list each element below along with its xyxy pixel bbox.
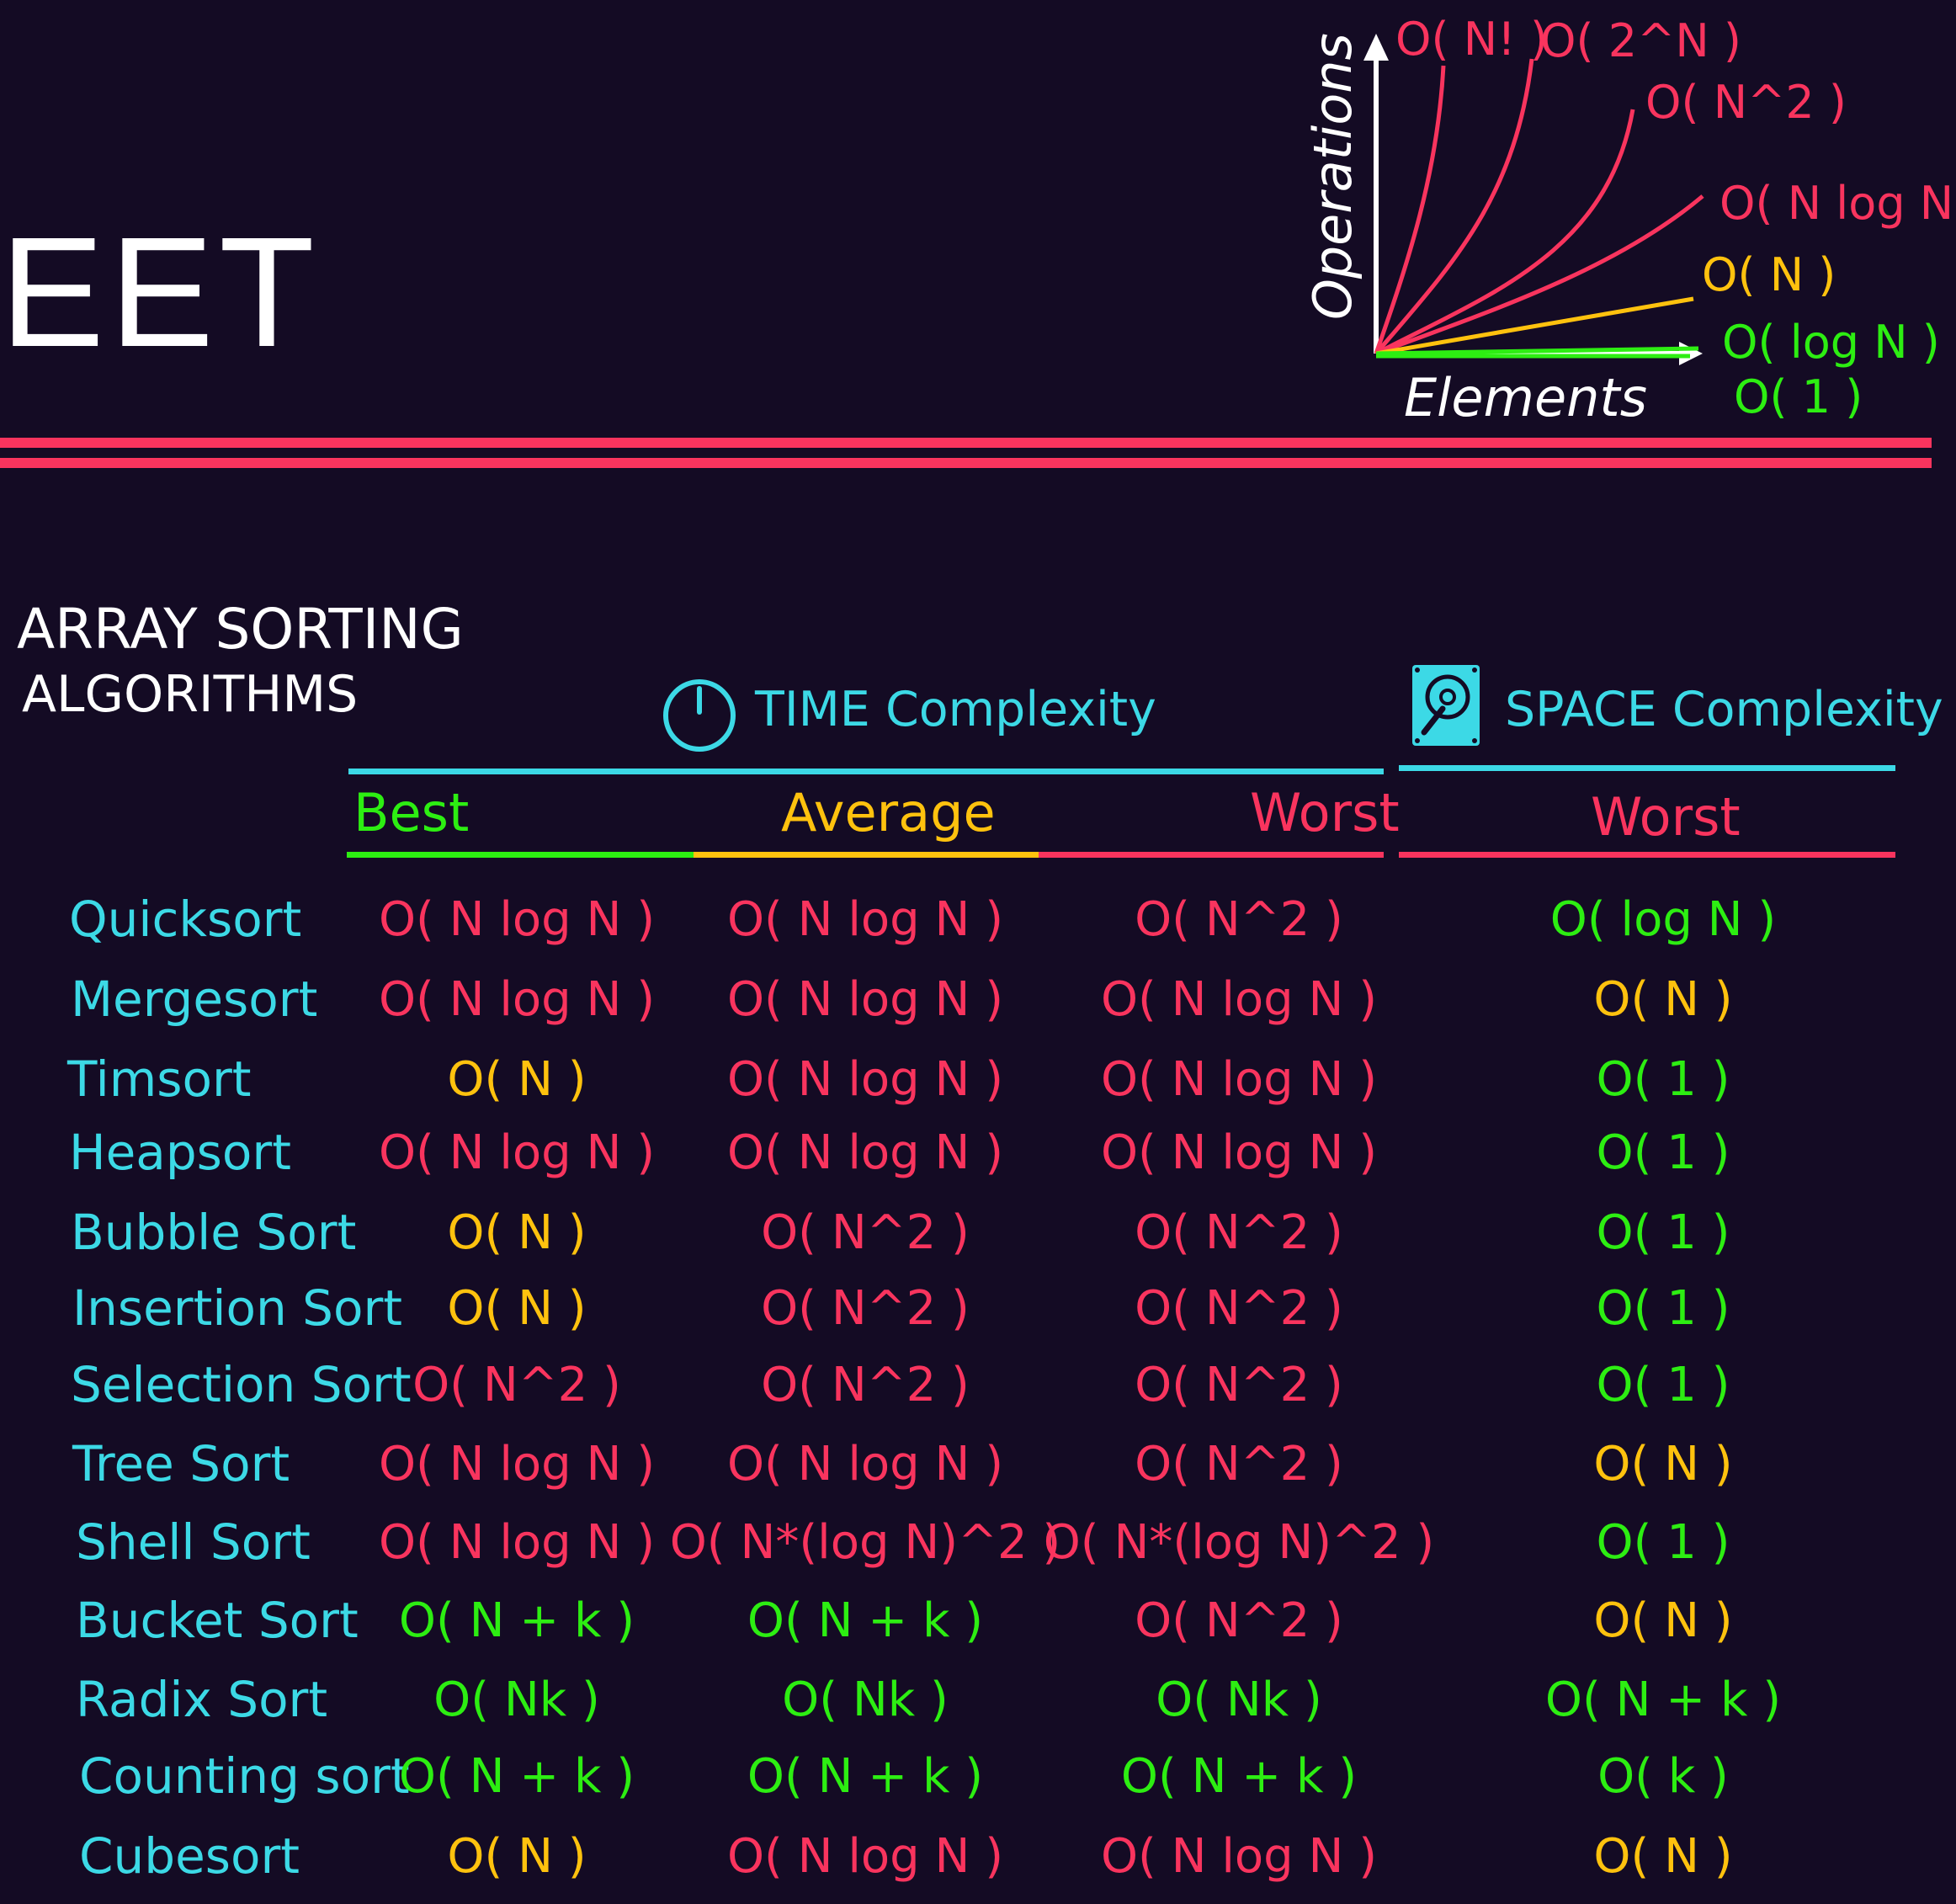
legend-label-quadratic: O( N^2 ) [1645, 76, 1847, 129]
complexity-cell-worst: O( N^2 ) [1135, 1358, 1343, 1412]
algorithm-name: Bubble Sort [71, 1204, 357, 1261]
legend-label-constant: O( 1 ) [1734, 370, 1863, 423]
complexity-cell-average: O( N log N ) [726, 892, 1004, 947]
x-axis-label: Elements [1404, 367, 1647, 428]
algorithm-name: Bucket Sort [76, 1592, 359, 1649]
column-header-best: Best [353, 782, 470, 843]
complexity-cell-best: O( N log N ) [378, 1515, 656, 1570]
complexity-cell-best: O( N + k ) [398, 1593, 635, 1648]
x-axis-arrow-icon [1679, 342, 1703, 365]
complexity-cell-average: O( N^2 ) [761, 1205, 970, 1260]
legend-label-log: O( log N ) [1722, 316, 1940, 369]
algorithm-name: Cubesort [79, 1827, 300, 1885]
time-header-rule [348, 769, 1384, 774]
legend-label-nlogn: O( N log N ) [1719, 177, 1956, 230]
legend-label-linear: O( N ) [1702, 248, 1836, 301]
complexity-cell-worst: O( N + k ) [1120, 1749, 1358, 1804]
legend-label-factorial: O( N! ) [1395, 13, 1549, 66]
complexity-cell-best: O( N ) [447, 1829, 587, 1884]
complexity-cell-average: O( N log N ) [726, 1052, 1004, 1107]
complexity-cell-space: O( N ) [1593, 1437, 1733, 1492]
time-complexity-header: TIME Complexity [755, 682, 1156, 737]
complexity-cell-space: O( N ) [1593, 1593, 1733, 1648]
complexity-cell-average: O( N log N ) [726, 1829, 1004, 1884]
complexity-cell-worst: O( N log N ) [1100, 1052, 1378, 1107]
complexity-cell-space: O( 1 ) [1596, 1125, 1730, 1180]
complexity-cell-space: O( N ) [1593, 1829, 1733, 1884]
algorithm-name: Heapsort [69, 1124, 291, 1181]
average-column-rule [694, 852, 1039, 858]
algorithm-name: Counting sort [79, 1747, 410, 1805]
page-title: EET [0, 205, 320, 380]
complexity-cell-best: O( N ) [447, 1205, 587, 1260]
curve-linear [1375, 296, 1694, 356]
complexity-cell-average: O( N^2 ) [761, 1281, 970, 1336]
hard-disk-icon [1412, 665, 1480, 746]
complexity-cell-space: O( 1 ) [1596, 1205, 1730, 1260]
complexity-cell-best: O( N log N ) [378, 892, 656, 947]
legend-label-exponential: O( 2^N ) [1540, 14, 1741, 67]
column-header-space-worst: Worst [1591, 786, 1741, 848]
algorithm-name: Timsort [67, 1050, 252, 1108]
complexity-cell-space: O( 1 ) [1596, 1358, 1730, 1412]
complexity-cell-average: O( N log N ) [726, 1125, 1004, 1180]
algorithm-name: Quicksort [69, 891, 302, 948]
complexity-cell-worst: O( N*(log N)^2 ) [1043, 1515, 1435, 1570]
complexity-cell-best: O( N ) [447, 1281, 587, 1336]
algorithm-name: Radix Sort [76, 1671, 328, 1728]
complexity-cell-space: O( log N ) [1549, 892, 1777, 947]
complexity-cell-worst: O( N log N ) [1100, 972, 1378, 1027]
complexity-cell-worst: O( N^2 ) [1135, 892, 1343, 947]
complexity-cell-average: O( N + k ) [747, 1749, 984, 1804]
complexity-cell-space: O( 1 ) [1596, 1052, 1730, 1107]
complexity-cell-best: O( Nk ) [433, 1673, 600, 1727]
algorithm-name: Tree Sort [72, 1435, 290, 1492]
algorithm-name: Mergesort [71, 971, 318, 1028]
separator-line-lower [0, 458, 1932, 468]
complexity-cell-best: O( N ) [447, 1052, 587, 1107]
complexity-cell-worst: O( N log N ) [1100, 1829, 1378, 1884]
algorithm-name: Shell Sort [76, 1513, 311, 1571]
complexity-cell-average: O( N + k ) [747, 1593, 984, 1648]
curve-exponential [1374, 58, 1534, 355]
column-header-worst: Worst [1250, 782, 1400, 843]
complexity-cell-average: O( Nk ) [782, 1673, 949, 1727]
stopwatch-icon [663, 679, 736, 752]
complexity-cell-average: O( N*(log N)^2 ) [669, 1515, 1061, 1570]
space-header-rule [1399, 765, 1895, 771]
complexity-cell-worst: O( N^2 ) [1135, 1281, 1343, 1336]
complexity-cell-space: O( 1 ) [1596, 1515, 1730, 1570]
complexity-cell-space: O( N ) [1593, 972, 1733, 1027]
worst-column-rule [1039, 852, 1384, 858]
complexity-cell-worst: O( N^2 ) [1135, 1205, 1343, 1260]
complexity-cell-best: O( N + k ) [398, 1749, 635, 1804]
complexity-cell-best: O( N log N ) [378, 1125, 656, 1180]
curve-factorial [1374, 65, 1446, 354]
complexity-cell-best: O( N log N ) [378, 972, 656, 1027]
complexity-cell-worst: O( Nk ) [1156, 1673, 1322, 1727]
complexity-cell-space: O( 1 ) [1596, 1281, 1730, 1336]
y-axis-arrow-icon [1363, 34, 1389, 61]
complexity-cell-average: O( N log N ) [726, 972, 1004, 1027]
space-worst-column-rule [1399, 852, 1895, 858]
complexity-cell-worst: O( N^2 ) [1135, 1593, 1343, 1648]
complexity-cell-space: O( N + k ) [1544, 1673, 1782, 1727]
section-title: ARRAY SORTING [17, 597, 464, 662]
column-header-average: Average [781, 782, 996, 843]
section-subtitle: ALGORITHMS [22, 665, 359, 724]
complexity-cell-average: O( N log N ) [726, 1437, 1004, 1492]
complexity-cell-space: O( k ) [1597, 1749, 1729, 1804]
separator-line-upper [0, 438, 1932, 448]
complexity-cell-best: O( N^2 ) [412, 1358, 621, 1412]
complexity-cell-worst: O( N^2 ) [1135, 1437, 1343, 1492]
y-axis-label: Operations [1302, 33, 1363, 320]
space-complexity-header: SPACE Complexity [1505, 682, 1943, 737]
best-column-rule [347, 852, 694, 858]
algorithm-name: Selection Sort [71, 1356, 412, 1413]
complexity-cell-worst: O( N log N ) [1100, 1125, 1378, 1180]
complexity-cell-best: O( N log N ) [378, 1437, 656, 1492]
algorithm-name: Insertion Sort [72, 1279, 403, 1337]
complexity-cell-average: O( N^2 ) [761, 1358, 970, 1412]
